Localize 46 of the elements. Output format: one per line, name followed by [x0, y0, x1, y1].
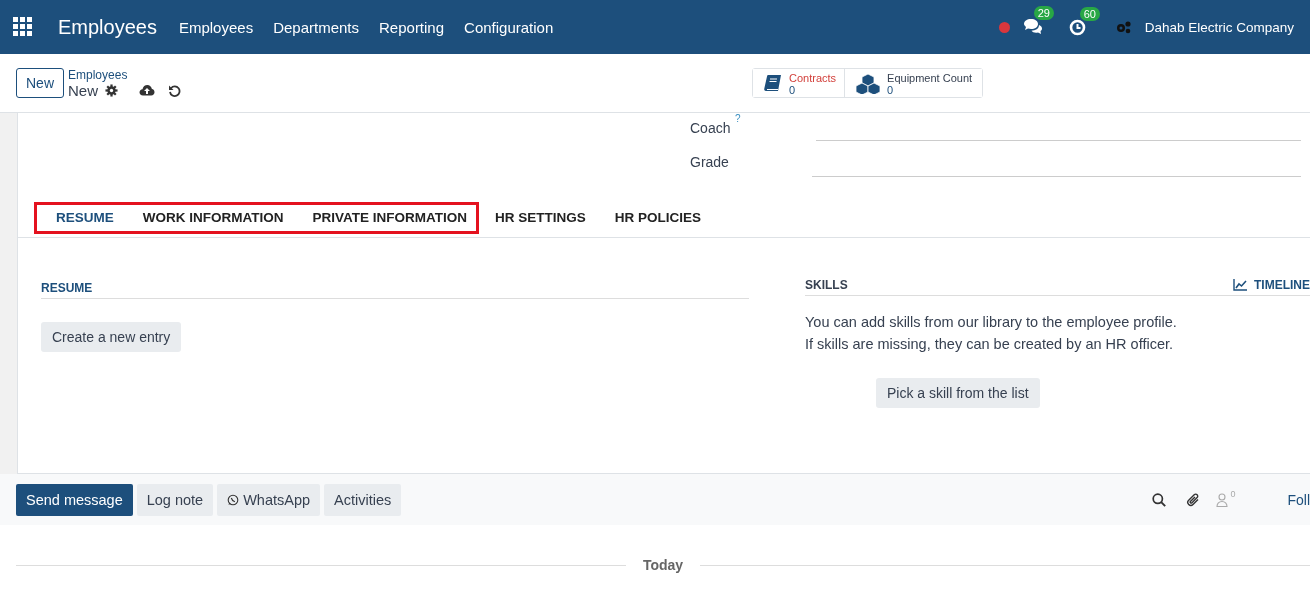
settings-icon[interactable] — [105, 83, 119, 97]
app-title[interactable]: Employees — [58, 15, 157, 39]
section-title: SKILLS — [805, 278, 848, 292]
cloud-upload-icon[interactable] — [139, 84, 156, 96]
follow-link[interactable]: Foll — [1287, 491, 1310, 508]
follower-count: 0 — [1230, 488, 1236, 499]
help-tooltip[interactable]: ? — [735, 113, 741, 124]
menu-item[interactable]: Reporting — [379, 18, 445, 36]
count-badge: 29 — [1033, 6, 1054, 20]
menu-item[interactable]: Configuration — [464, 18, 554, 36]
send-message-button[interactable]: Send message — [16, 483, 133, 516]
company-name[interactable]: Dahab Electric Company — [1144, 19, 1294, 35]
timeline-button[interactable]: TIMELINE — [1233, 278, 1310, 292]
tab[interactable]: HR SETTINGS — [479, 201, 599, 234]
menu-item[interactable]: Departments — [273, 18, 359, 36]
tab[interactable]: RESUME — [34, 201, 127, 234]
book-icon — [763, 74, 783, 94]
new-button[interactable]: New — [16, 68, 64, 98]
tab[interactable]: PRIVATE INFORMATION — [296, 201, 479, 234]
breadcrumb-link[interactable]: Employees — [68, 67, 182, 82]
cubes-icon — [855, 74, 882, 94]
search-icon[interactable] — [1152, 492, 1167, 507]
chatter-button[interactable]: WhatsApp — [217, 483, 321, 516]
tab[interactable]: WORK INFORMATION — [126, 201, 297, 234]
whatsapp-icon — [227, 493, 240, 506]
paperclip-icon[interactable] — [1186, 491, 1201, 508]
count-badge: 60 — [1079, 6, 1100, 21]
record-title: New — [68, 81, 99, 99]
line-chart-icon — [1233, 279, 1247, 291]
tab[interactable]: HR POLICIES — [598, 201, 715, 234]
field-label: Grade — [689, 154, 730, 170]
chatter-button[interactable]: Log note — [136, 483, 214, 516]
status-dot-icon[interactable] — [998, 21, 1010, 33]
date-separator: Today — [641, 557, 685, 573]
section-title: RESUME — [41, 281, 93, 295]
chat-icon[interactable] — [1022, 18, 1043, 36]
create-entry-button[interactable]: Create a new entry — [41, 322, 182, 352]
skills-help-text: You can add skills from our library to the employee profile. If skills are missing, they can be created by an HR officer. — [805, 313, 1178, 354]
pick-skill-button[interactable]: Pick a skill from the list — [876, 378, 1040, 408]
menu-item[interactable]: Employees — [178, 18, 254, 36]
field-label: Coach — [689, 120, 732, 136]
apps-menu-icon[interactable] — [13, 17, 33, 37]
chatter-button[interactable]: Activities — [324, 483, 402, 516]
undo-icon[interactable] — [168, 83, 182, 97]
smart-button[interactable]: Contracts 0 — [753, 69, 846, 97]
clock-icon[interactable] — [1068, 18, 1086, 36]
